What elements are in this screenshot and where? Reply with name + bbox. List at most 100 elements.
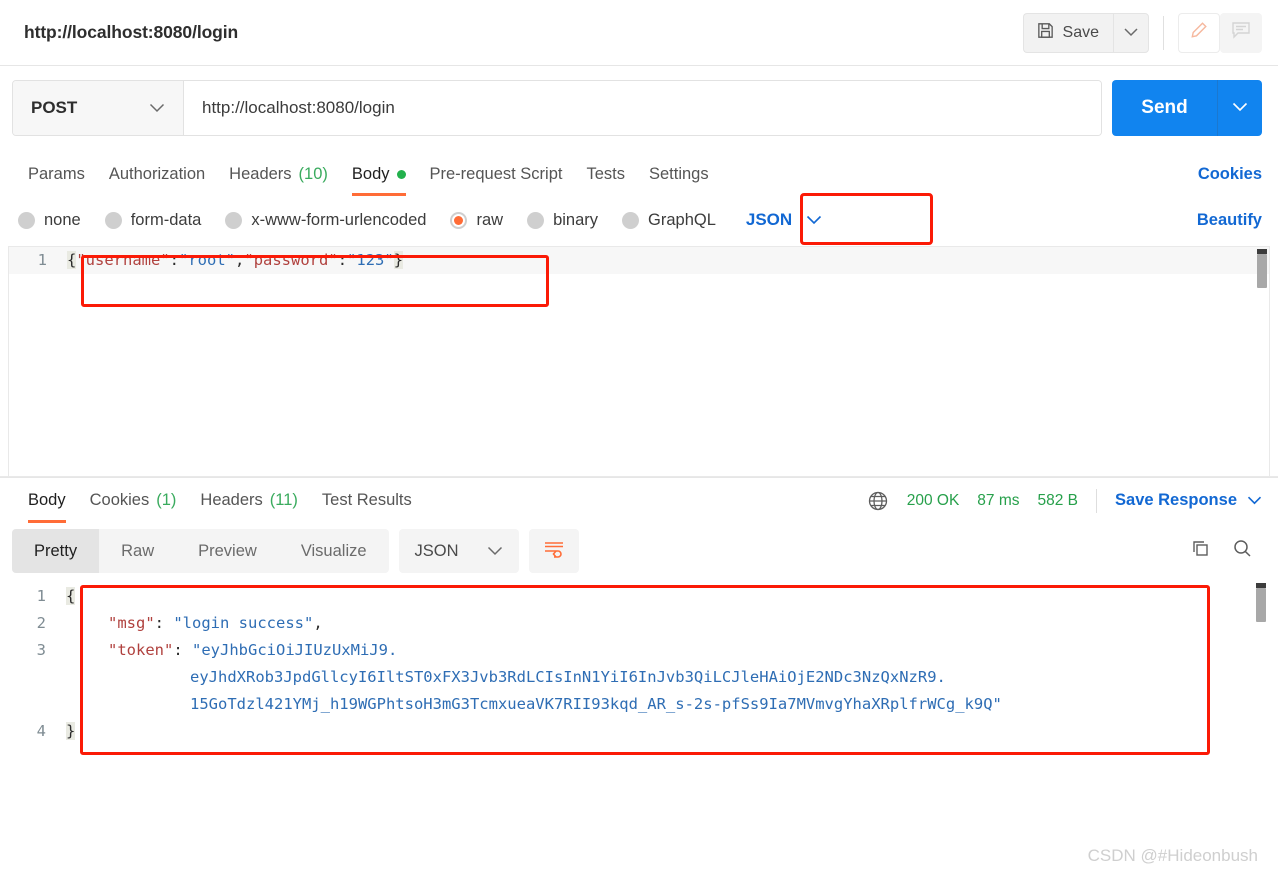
cookies-link[interactable]: Cookies [1198,165,1262,184]
code-line: 1 {"username":"root","password":"123"} [9,247,1269,274]
url-input[interactable]: http://localhost:8080/login [184,81,1101,135]
code-line: 1 { [8,583,1270,610]
code-line-wrapped: eyJhdXRob3JpdGllcyI6IltST0xFX3Jvb3RdLCIs… [8,664,1270,691]
top-bar-actions: Save [1022,12,1278,53]
view-mode-preview[interactable]: Preview [176,529,279,573]
body-type-none[interactable]: none [18,211,81,230]
line-number: 3 [36,641,46,659]
tab-label: Pre-request Script [429,164,563,183]
status-code: 200 OK [906,491,960,509]
search-icon[interactable] [1230,537,1254,566]
line-number: 2 [36,614,46,632]
json-token: "password" [244,251,338,269]
json-token: : [154,614,174,632]
tab-settings[interactable]: Settings [637,152,721,196]
chevron-down-icon [806,210,822,230]
radio-icon [18,211,35,229]
code-line: 2 "msg": "login success", [8,610,1270,637]
tab-params[interactable]: Params [16,152,97,196]
scrollbar-thumb[interactable] [1257,254,1267,288]
body-type-binary[interactable]: binary [527,211,598,230]
tab-label: Settings [648,164,709,183]
save-response-button[interactable]: Save Response [1115,491,1262,510]
body-type-label: GraphQL [648,210,716,229]
method-selector[interactable]: POST [13,81,184,135]
send-button[interactable]: Send [1112,80,1218,136]
json-token: "username" [76,251,170,269]
response-tab-headers[interactable]: Headers (11) [188,479,310,523]
tab-label: Body [28,491,66,509]
code-line-content: { [60,583,1270,610]
tab-label: Authorization [108,164,206,183]
beautify-link[interactable]: Beautify [1197,211,1262,230]
save-options-dropdown[interactable] [1113,12,1149,53]
response-tool-icons [1188,537,1262,566]
tab-label: Headers [200,491,263,509]
tab-headers[interactable]: Headers (10) [217,152,340,196]
code-line-content: } [60,718,1270,745]
chevron-down-icon [487,542,503,561]
chevron-down-icon [1247,491,1262,510]
save-button-label: Save [1062,23,1099,41]
chevron-down-icon [1232,99,1248,117]
request-tabs: Params Authorization Headers (10) Body P… [0,152,1278,196]
body-type-raw[interactable]: raw [450,211,503,230]
view-mode-raw[interactable]: Raw [99,529,176,573]
line-number [8,691,60,718]
json-token: eyJhdXRob3JpdGllcyI6IltST0xFX3Jvb3RdLCIs… [190,668,946,686]
response-tab-body[interactable]: Body [16,479,78,523]
comment-icon [1231,21,1251,44]
save-button[interactable]: Save [1022,12,1113,53]
tab-tests[interactable]: Tests [574,152,637,196]
code-line-content[interactable]: {"username":"root","password":"123"} [61,247,1269,274]
response-body-viewer[interactable]: 1 { 2 "msg": "login success", 3 "token":… [8,581,1270,781]
tab-count: (1) [156,491,177,509]
raw-format-dropdown[interactable]: JSON [740,206,828,234]
body-type-label: x-www-form-urlencoded [251,210,427,229]
window-top-bar: http://localhost:8080/login Save [0,0,1278,66]
tab-label: Body [351,164,390,183]
json-token: , [235,251,245,269]
save-response-label: Save Response [1115,491,1237,509]
toolbar-divider [1163,15,1164,50]
word-wrap-toggle[interactable] [528,529,579,573]
json-token: 15GoTdzl421YMj_h19WGPhtsoH3mG3TcmxueaVK7… [190,695,1002,713]
request-body-editor[interactable]: 1 {"username":"root","password":"123"} [8,246,1270,476]
response-code-area[interactable]: 1 { 2 "msg": "login success", 3 "token":… [8,581,1270,745]
send-button-group: Send [1112,80,1262,136]
save-button-group: Save [1022,12,1149,53]
edit-request-button[interactable] [1178,12,1220,53]
response-size: 582 B [1037,491,1079,509]
body-type-label: raw [476,210,504,229]
scrollbar-thumb[interactable] [1256,588,1266,622]
globe-icon [867,490,889,512]
response-tab-test-results[interactable]: Test Results [310,479,424,523]
raw-format-label: JSON [745,210,793,229]
body-type-form-data[interactable]: form-data [104,210,202,230]
response-format-dropdown[interactable]: JSON [398,529,519,573]
tab-count: (11) [269,491,298,509]
json-token: : [173,641,192,659]
json-token: "msg" [108,614,155,632]
request-editor-scrollbar[interactable] [1257,249,1267,475]
copy-icon[interactable] [1188,537,1212,566]
method-and-url: POST http://localhost:8080/login [12,80,1102,136]
watermark: CSDN @#Hideonbush [1087,846,1258,865]
tab-body[interactable]: Body [340,152,418,196]
comments-button[interactable] [1220,12,1262,53]
view-mode-pretty[interactable]: Pretty [12,529,100,573]
code-line-content: "msg": "login success", [60,610,1270,637]
body-type-graphql[interactable]: GraphQL [622,211,716,230]
radio-icon [622,211,640,229]
body-type-x-www-form-urlencoded[interactable]: x-www-form-urlencoded [225,211,426,230]
request-code-area[interactable]: 1 {"username":"root","password":"123"} [9,247,1269,274]
response-scrollbar[interactable] [1256,583,1266,763]
response-time: 87 ms [977,491,1020,509]
response-tab-cookies[interactable]: Cookies (1) [78,479,189,523]
tab-pre-request-script[interactable]: Pre-request Script [418,152,575,196]
tab-authorization[interactable]: Authorization [97,152,217,196]
view-mode-visualize[interactable]: Visualize [279,529,389,573]
send-options-dropdown[interactable] [1218,80,1262,136]
body-type-label: form-data [130,210,202,229]
method-label: POST [31,98,78,117]
